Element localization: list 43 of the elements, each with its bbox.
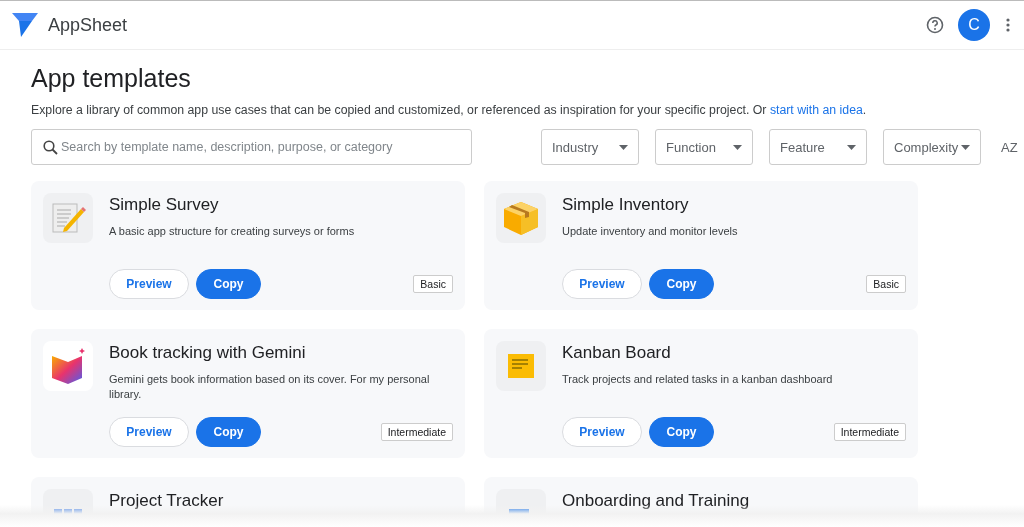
sort-button[interactable]: AZ — [997, 139, 1022, 155]
filter-dropdown[interactable]: Function — [655, 129, 753, 165]
help-icon[interactable] — [926, 16, 944, 34]
template-description: A basic app structure for creating surveys or forms — [109, 224, 356, 239]
template-description: Update inventory and monitor levels — [562, 224, 739, 239]
template-title: Onboarding and Training — [562, 491, 751, 511]
sticky-note-icon — [506, 352, 536, 380]
template-title: Simple Inventory — [562, 195, 690, 215]
notepad-pencil-icon — [50, 200, 86, 236]
copy-button[interactable]: Copy — [649, 417, 714, 447]
filter-dropdown[interactable]: Complexity — [883, 129, 981, 165]
template-title: Book tracking with Gemini — [109, 343, 307, 363]
caret-icon — [619, 144, 628, 150]
template-title: Simple Survey — [109, 195, 220, 215]
brand-name: AppSheet — [48, 14, 128, 36]
avatar[interactable]: C — [958, 9, 990, 41]
caret-icon — [961, 144, 970, 150]
search-field[interactable]: Search by template name, description, purpose, or category — [31, 129, 472, 165]
preview-button[interactable]: Preview — [562, 269, 642, 299]
template-title: Kanban Board — [562, 343, 672, 363]
complexity-tag: Intermediate — [380, 423, 453, 441]
filter-dropdown[interactable]: Feature — [769, 129, 867, 165]
copy-button[interactable]: Copy — [649, 269, 714, 299]
idea-link[interactable]: start with an idea — [769, 103, 863, 117]
complexity-tag: Basic — [866, 275, 906, 293]
preview-button[interactable]: Preview — [562, 417, 642, 447]
template-description: Track projects and related tasks in a kanban dashboard — [562, 372, 834, 387]
template-title: Project Tracker — [109, 491, 225, 511]
preview-button[interactable]: Preview — [109, 417, 189, 447]
logo-icon — [12, 13, 38, 37]
preview-button[interactable]: Preview — [109, 269, 189, 299]
complexity-tag: Intermediate — [833, 423, 906, 441]
box-icon — [502, 200, 540, 236]
page-description: Explore a library of common app use cases that can be copied and customized, or referenced as inspiration for your specific project. Or start with an idea. — [31, 103, 868, 117]
caret-icon — [733, 144, 742, 150]
caret-icon — [847, 144, 856, 150]
more-icon[interactable] — [1006, 18, 1010, 32]
filter-dropdown[interactable]: Industry — [541, 129, 639, 165]
complexity-tag: Basic — [413, 275, 453, 293]
copy-button[interactable]: Copy — [196, 417, 261, 447]
page-title: App templates — [31, 64, 192, 93]
template-description: Gemini gets book information based on its cover. For my personal library. — [109, 372, 431, 402]
copy-button[interactable]: Copy — [196, 269, 261, 299]
